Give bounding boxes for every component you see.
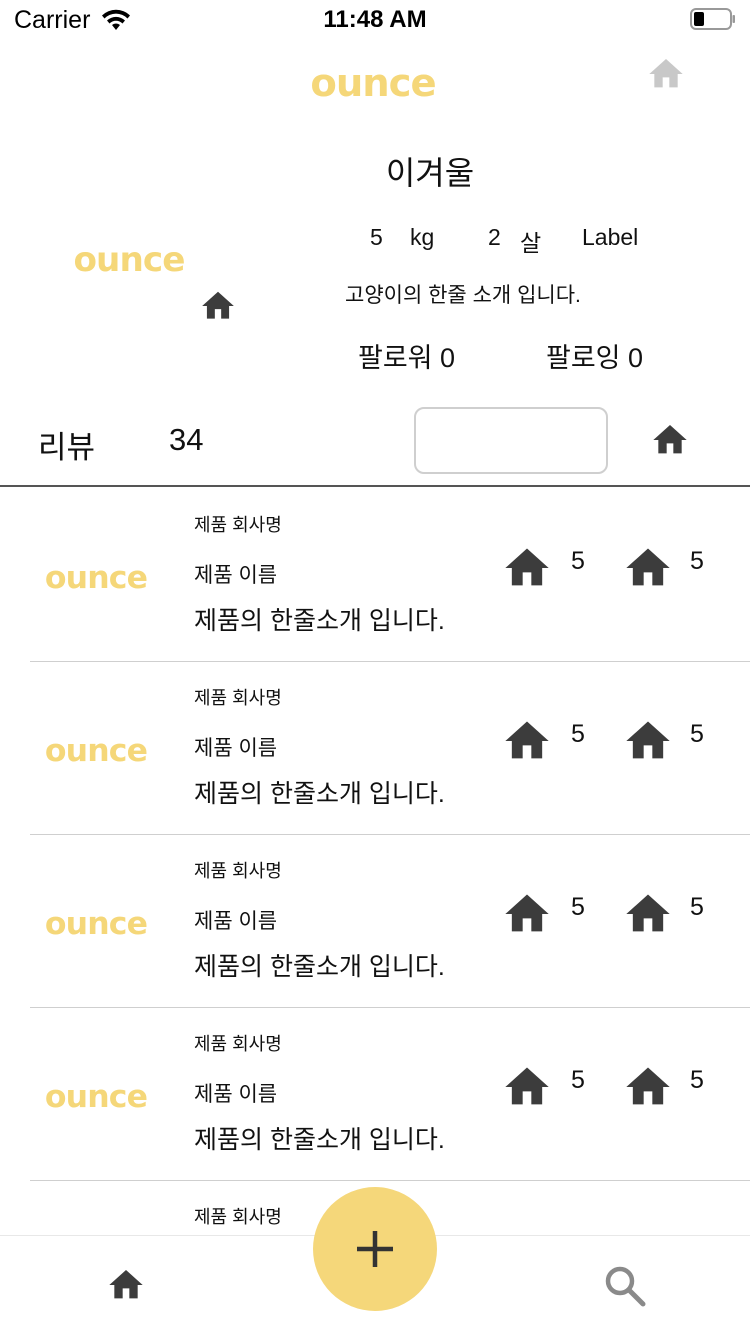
product-company: 제품 회사명 [194, 861, 282, 881]
product-company: 제품 회사명 [194, 688, 282, 708]
review-item[interactable]: 제품 회사명 제품 이름 제품의 한줄소개 입니다. 5 5 [0, 1008, 750, 1181]
status-bar: Carrier 11:48 AM [0, 0, 750, 42]
pet-name: 이겨울 [385, 155, 475, 191]
home-icon [620, 715, 676, 767]
score-1: 5 [571, 547, 585, 575]
home-icon [620, 542, 676, 594]
home-icon[interactable] [197, 287, 239, 325]
followers-count[interactable]: 팔로워 0 [358, 336, 455, 375]
extra-label: Label [582, 224, 639, 250]
age-value: 2 [488, 224, 501, 250]
home-icon[interactable] [648, 420, 692, 460]
weight-unit: kg [410, 224, 435, 250]
product-company: 제품 회사명 [194, 515, 282, 535]
review-item[interactable]: 제품 회사명 제품 이름 제품의 한줄소개 입니다. 5 5 [0, 489, 750, 662]
review-label: 리뷰 [38, 430, 96, 465]
search-icon[interactable] [603, 1264, 647, 1308]
product-image [38, 1078, 154, 1116]
home-icon[interactable] [644, 54, 688, 94]
following-count[interactable]: 팔로잉 0 [546, 336, 643, 375]
profile-image [66, 240, 192, 280]
product-image [38, 905, 154, 943]
age-unit: 살 [520, 230, 542, 256]
plus-icon [357, 1231, 393, 1267]
home-icon [499, 1061, 555, 1113]
score-2: 5 [690, 547, 704, 575]
add-button[interactable] [313, 1187, 437, 1311]
weight-value: 5 [370, 224, 383, 250]
clock: 11:48 AM [323, 6, 427, 33]
score-2: 5 [690, 720, 704, 748]
score-1: 5 [571, 1066, 585, 1094]
review-count: 34 [169, 422, 204, 457]
product-company: 제품 회사명 [194, 1034, 282, 1054]
score-2: 5 [690, 1066, 704, 1094]
home-icon [499, 542, 555, 594]
product-name: 제품 이름 [194, 1083, 278, 1106]
product-name: 제품 이름 [194, 737, 278, 760]
home-icon [620, 1061, 676, 1113]
review-filter-input[interactable] [414, 407, 608, 474]
review-item[interactable]: 제품 회사명 제품 이름 제품의 한줄소개 입니다. 5 5 [0, 662, 750, 835]
battery-icon [690, 8, 735, 30]
product-description: 제품의 한줄소개 입니다. [194, 607, 445, 635]
product-image [38, 732, 154, 770]
score-1: 5 [571, 720, 585, 748]
home-icon [620, 888, 676, 940]
pet-intro: 고양이의 한줄 소개 입니다. [345, 284, 581, 307]
product-description: 제품의 한줄소개 입니다. [194, 780, 445, 808]
score-1: 5 [571, 893, 585, 921]
home-icon [499, 888, 555, 940]
ounce-logo [302, 62, 444, 106]
product-name: 제품 이름 [194, 564, 278, 587]
product-company: 제품 회사명 [194, 1207, 282, 1227]
product-name: 제품 이름 [194, 910, 278, 933]
home-icon [499, 715, 555, 767]
product-image [38, 559, 154, 597]
product-description: 제품의 한줄소개 입니다. [194, 1126, 445, 1154]
product-description: 제품의 한줄소개 입니다. [194, 953, 445, 981]
score-2: 5 [690, 893, 704, 921]
home-icon[interactable] [105, 1265, 147, 1305]
review-item[interactable]: 제품 회사명 제품 이름 제품의 한줄소개 입니다. 5 5 [0, 835, 750, 1008]
section-divider [0, 485, 750, 487]
